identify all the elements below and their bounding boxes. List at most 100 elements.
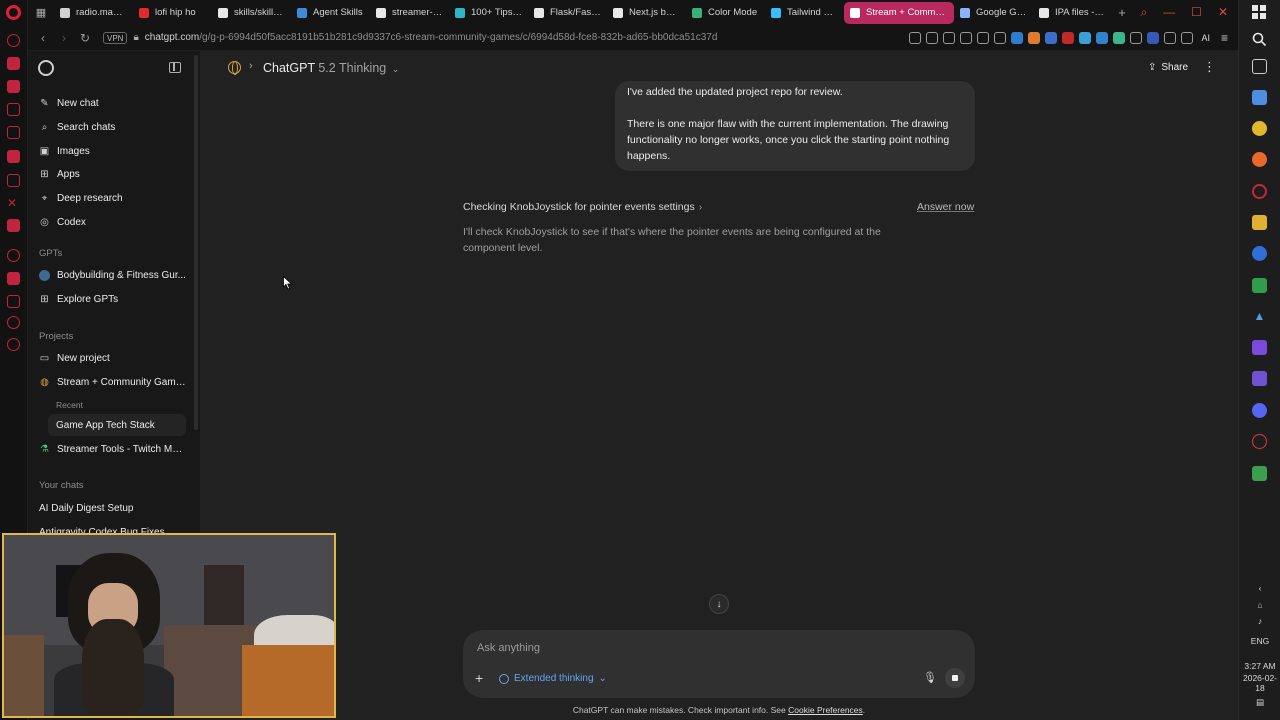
minimize-button[interactable]: — <box>1163 5 1175 20</box>
sidebar-item-search-chats[interactable]: ⌕ Search chats <box>32 116 186 138</box>
heart-icon[interactable] <box>994 31 1007 44</box>
tab[interactable]: streamer-too <box>370 2 449 24</box>
whatsapp-icon[interactable] <box>7 103 20 116</box>
tab-active[interactable]: Stream + Community G <box>844 1 954 24</box>
answer-now-button[interactable]: Answer now <box>917 201 974 213</box>
clock-date[interactable]: 2026-02-18 <box>1239 673 1280 693</box>
play-icon[interactable] <box>977 31 990 44</box>
url-field[interactable]: chatgpt.com/g/g-p-6994d50f5acc8191b51b28… <box>145 32 718 43</box>
show-hidden-icons-icon[interactable]: ‹ <box>1239 583 1280 593</box>
sidebar-item-new-chat[interactable]: ✎ New chat <box>32 92 186 114</box>
screenshot-icon[interactable] <box>943 31 956 44</box>
forward-button[interactable]: › <box>55 31 73 45</box>
copilot-icon[interactable] <box>1252 90 1267 105</box>
messenger-icon[interactable] <box>7 80 20 93</box>
reload-button[interactable]: ↻ <box>76 31 94 45</box>
discord-icon[interactable] <box>7 150 20 163</box>
tab[interactable]: Flask/FastAP <box>528 2 607 24</box>
tab[interactable]: radio.madza... <box>54 2 133 24</box>
project-globe-icon[interactable] <box>228 61 241 75</box>
download-icon[interactable] <box>1164 31 1177 44</box>
telegram-icon[interactable] <box>7 126 20 139</box>
ai-button[interactable]: AI <box>1201 33 1210 43</box>
sidebar-item-explore-gpts[interactable]: ⊞ Explore GPTs <box>32 288 186 310</box>
tab[interactable]: Tailwind CSS <box>765 2 844 24</box>
language-indicator[interactable]: ENG <box>1239 636 1280 646</box>
model-selector[interactable]: ChatGPT 5.2 Thinking ⌄ <box>263 61 399 75</box>
tab[interactable]: skills/skills/.c <box>212 2 291 24</box>
add-attachment-button[interactable]: + <box>475 670 483 686</box>
notifications-icon[interactable]: ▤ <box>1239 697 1280 708</box>
share-button[interactable]: ⇪ Share <box>1148 62 1188 73</box>
close-window-button[interactable]: ✕ <box>1218 5 1228 20</box>
sidebar-item-apps[interactable]: ⊞ Apps <box>32 163 186 185</box>
tab[interactable]: 100+ Tips: C <box>449 2 528 24</box>
sidebar-toggle-icon[interactable] <box>169 62 181 73</box>
tab[interactable]: Agent Skills <box>291 2 370 24</box>
pin-icon[interactable] <box>926 31 939 44</box>
instagram-icon[interactable] <box>7 57 20 70</box>
clock-time[interactable]: 3:27 AM <box>1239 661 1280 671</box>
search-tabs-icon[interactable]: ⌕ <box>1140 5 1147 20</box>
antigravity-icon[interactable]: ▲ <box>1252 309 1267 324</box>
sidebar-item-deep-research[interactable]: ⌖ Deep research <box>32 187 186 209</box>
lock-icon[interactable]: 🔒︎ <box>133 32 138 43</box>
tab[interactable]: Next.js by Ve <box>607 2 686 24</box>
maps-icon[interactable] <box>1252 246 1267 261</box>
extension-icon[interactable] <box>1079 31 1092 44</box>
tab[interactable]: lofi hip ho <box>133 2 212 24</box>
back-button[interactable]: ‹ <box>34 31 52 45</box>
scroll-to-bottom-button[interactable]: ↓ <box>709 594 729 614</box>
microphone-button[interactable]: 🎙︎ <box>923 671 937 684</box>
vpn-badge[interactable]: VPN <box>103 31 128 44</box>
search-icon[interactable] <box>1252 32 1267 47</box>
tab[interactable]: Google Gem <box>954 2 1033 24</box>
prompt-input[interactable] <box>477 642 907 654</box>
history-icon[interactable] <box>7 316 20 329</box>
bookmarks-icon[interactable] <box>7 295 20 308</box>
obs-icon[interactable] <box>1252 434 1267 449</box>
obsidian-icon[interactable] <box>1252 371 1267 386</box>
obsidian-icon[interactable] <box>1252 340 1267 355</box>
chrome-icon[interactable] <box>1252 121 1267 136</box>
extension-icon[interactable] <box>1062 31 1075 44</box>
extended-thinking-toggle[interactable]: Extended thinking ⌄ <box>499 673 607 684</box>
opera-logo-icon[interactable] <box>6 5 21 20</box>
puzzle-icon[interactable] <box>1130 31 1143 44</box>
tab[interactable]: Color Mode <box>686 2 765 24</box>
file-explorer-icon[interactable] <box>1252 215 1267 230</box>
tab[interactable]: IPA files - Go <box>1033 2 1112 24</box>
menu-icon[interactable]: ≡ <box>1221 31 1228 45</box>
sidebar-item-gpt[interactable]: Bodybuilding & Fitness Gur... <box>32 264 186 286</box>
sidebar-item-project[interactable]: ⚗ Streamer Tools - Twitch Mar... <box>32 438 186 460</box>
x-icon[interactable]: ✕ <box>7 196 20 210</box>
music-icon[interactable] <box>7 249 20 262</box>
easy-setup-icon[interactable] <box>1181 31 1194 44</box>
extension-icon[interactable] <box>1096 31 1109 44</box>
sidebar-item-codex[interactable]: ◎ Codex <box>32 211 186 233</box>
terminal-icon[interactable] <box>1252 466 1267 481</box>
more-options-icon[interactable]: ⋮ <box>1203 59 1216 75</box>
network-icon[interactable]: ⌂ <box>1239 600 1280 610</box>
new-tab-button[interactable]: + <box>1112 5 1132 20</box>
thinking-summary[interactable]: Checking KnobJoystick for pointer events… <box>463 201 702 213</box>
sidebar-item-recent-chat[interactable]: Game App Tech Stack <box>48 414 186 436</box>
aria-icon[interactable] <box>7 34 20 47</box>
task-view-icon[interactable] <box>1252 59 1267 74</box>
tiktok-icon[interactable] <box>7 174 20 187</box>
maximize-button[interactable]: ☐ <box>1191 5 1202 20</box>
reader-icon[interactable] <box>909 31 922 44</box>
stop-generating-button[interactable] <box>945 668 965 688</box>
opera-icon[interactable] <box>1252 184 1267 199</box>
extension-icon[interactable] <box>1028 31 1041 44</box>
sidebar-item-chat[interactable]: AI Daily Digest Setup <box>32 497 186 519</box>
tab-menu-icon[interactable]: ▦ <box>28 0 54 25</box>
sidebar-item-new-project[interactable]: ▭ New project <box>32 347 186 369</box>
settings-icon[interactable] <box>7 338 20 351</box>
shield-icon[interactable] <box>960 31 973 44</box>
firefox-icon[interactable] <box>1252 152 1267 167</box>
spreadsheet-icon[interactable] <box>1252 278 1267 293</box>
extension-icon[interactable] <box>1113 31 1126 44</box>
youtube-icon[interactable] <box>7 219 20 232</box>
windows-start-icon[interactable] <box>1252 5 1266 19</box>
